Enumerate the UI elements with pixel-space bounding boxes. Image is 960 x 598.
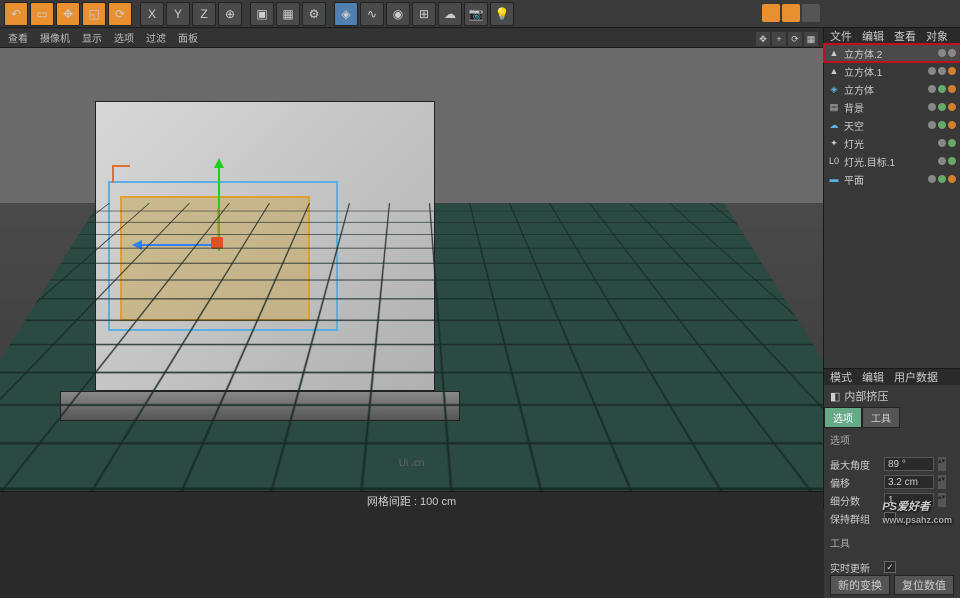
viewport-nav-pan-icon[interactable]: ✥ xyxy=(756,32,770,46)
menu-display[interactable]: 显示 xyxy=(82,30,102,45)
plane-icon: ▬ xyxy=(828,173,840,185)
pedestal-object xyxy=(60,391,460,421)
object-row-light[interactable]: ✦ 灯光 xyxy=(824,134,960,152)
object-row-sky[interactable]: ☁ 天空 xyxy=(824,116,960,134)
max-angle-label: 最大角度 xyxy=(830,457,880,472)
attr-menu-edit[interactable]: 编辑 xyxy=(862,369,884,385)
render-settings-button[interactable]: ⚙ xyxy=(302,2,326,26)
object-panel-header: 文件 编辑 查看 对象 xyxy=(824,28,960,44)
offset-spinner[interactable]: ▴▾ xyxy=(938,475,946,489)
viewport-nav-rotate-icon[interactable]: ⟳ xyxy=(788,32,802,46)
layout-icons xyxy=(762,4,820,22)
object-manager[interactable]: ▲ 立方体.2 ▲ 立方体.1 ◈ 立方体 ▤ 背景 ☁ 天空 xyxy=(824,44,960,188)
gizmo-center[interactable] xyxy=(211,237,223,249)
menu-camera[interactable]: 摄像机 xyxy=(40,30,70,45)
obj-menu-file[interactable]: 文件 xyxy=(830,28,852,44)
coord-system-button[interactable]: ⊕ xyxy=(218,2,242,26)
object-row-cube1[interactable]: ▲ 立方体.1 xyxy=(824,62,960,80)
render-button[interactable]: ▣ xyxy=(250,2,274,26)
realtime-label: 实时更新 xyxy=(830,560,880,575)
viewport-logo: Ui .cn xyxy=(399,458,425,469)
attr-menu-mode[interactable]: 模式 xyxy=(830,369,852,385)
viewport-nav-layout-icon[interactable]: ▦ xyxy=(804,32,818,46)
object-row-cube2[interactable]: ▲ 立方体.2 xyxy=(824,44,960,62)
realtime-checkbox[interactable]: ✓ xyxy=(884,561,896,573)
viewport-3d[interactable]: Ui .cn xyxy=(0,48,823,491)
layout-icon-3[interactable] xyxy=(802,4,820,22)
obj-menu-object[interactable]: 对象 xyxy=(926,28,948,44)
attr-tool-title: ◧ 内部挤压 xyxy=(824,385,960,407)
grid-distance-label: 网格间距 : 100 cm xyxy=(367,493,456,509)
axis-y-toggle[interactable]: Y xyxy=(166,2,190,26)
max-angle-input[interactable]: 89 ° xyxy=(884,457,934,471)
layout-icon-2[interactable] xyxy=(782,4,800,22)
axis-z-toggle[interactable]: Z xyxy=(192,2,216,26)
offset-input[interactable]: 3.2 cm xyxy=(884,475,934,489)
polygon-icon: ▲ xyxy=(828,65,840,77)
selected-face xyxy=(120,196,310,321)
gizmo-x-axis[interactable] xyxy=(135,244,215,246)
viewport-menu-bar: 查看 摄像机 显示 选项 过滤 面板 xyxy=(0,28,823,48)
object-row-cube[interactable]: ◈ 立方体 xyxy=(824,80,960,98)
status-bar: 网格间距 : 100 cm xyxy=(0,491,823,509)
add-generator-button[interactable]: ◉ xyxy=(386,2,410,26)
menu-options[interactable]: 选项 xyxy=(114,30,134,45)
select-tool[interactable]: ▭ xyxy=(30,2,54,26)
watermark: PS爱好者 www.psahz.com xyxy=(882,497,952,525)
add-spline-button[interactable]: ∿ xyxy=(360,2,384,26)
add-camera-button[interactable]: 📷 xyxy=(464,2,488,26)
section-tools-label: 工具 xyxy=(824,531,960,554)
gizmo-z-axis[interactable] xyxy=(217,208,219,238)
main-toolbar: ↶ ▭ ✥ ◱ ⟳ X Y Z ⊕ ▣ ▦ ⚙ ◈ ∿ ◉ ⊞ ☁ 📷 💡 xyxy=(0,0,960,28)
selection-corner-icon xyxy=(112,165,130,183)
object-row-background[interactable]: ▤ 背景 xyxy=(824,98,960,116)
light-icon: ✦ xyxy=(828,137,840,149)
polygon-icon: ▲ xyxy=(828,47,840,59)
max-angle-spinner[interactable]: ▴▾ xyxy=(938,457,946,471)
menu-panel[interactable]: 面板 xyxy=(178,30,198,45)
undo-button[interactable]: ↶ xyxy=(4,2,28,26)
rotate-tool[interactable]: ⟳ xyxy=(108,2,132,26)
move-tool[interactable]: ✥ xyxy=(56,2,80,26)
scale-tool[interactable]: ◱ xyxy=(82,2,106,26)
add-environment-button[interactable]: ☁ xyxy=(438,2,462,26)
attribute-manager: 模式 编辑 用户数据 ◧ 内部挤压 选项 工具 选项 最大角度 89 ° ▴▾ xyxy=(824,368,960,598)
obj-menu-view[interactable]: 查看 xyxy=(894,28,916,44)
render-region-button[interactable]: ▦ xyxy=(276,2,300,26)
object-row-light-target[interactable]: L0 灯光.目标.1 xyxy=(824,152,960,170)
background-icon: ▤ xyxy=(828,101,840,113)
obj-menu-edit[interactable]: 编辑 xyxy=(862,28,884,44)
sky-icon: ☁ xyxy=(828,119,840,131)
add-light-button[interactable]: 💡 xyxy=(490,2,514,26)
keep-group-label: 保持群组 xyxy=(830,511,880,526)
offset-label: 偏移 xyxy=(830,475,880,490)
object-row-plane[interactable]: ▬ 平面 xyxy=(824,170,960,188)
cube-icon: ◈ xyxy=(828,83,840,95)
add-deformer-button[interactable]: ⊞ xyxy=(412,2,436,26)
reset-values-button[interactable]: 复位数值 xyxy=(894,575,954,595)
attr-tab-options[interactable]: 选项 xyxy=(824,407,862,428)
axis-x-toggle[interactable]: X xyxy=(140,2,164,26)
attr-tab-tools[interactable]: 工具 xyxy=(862,407,900,428)
section-options-label: 选项 xyxy=(824,428,960,451)
menu-filter[interactable]: 过滤 xyxy=(146,30,166,45)
add-cube-button[interactable]: ◈ xyxy=(334,2,358,26)
transform-gizmo[interactable] xyxy=(215,241,225,251)
menu-view[interactable]: 查看 xyxy=(8,30,28,45)
inner-extrude-icon: ◧ xyxy=(830,390,840,403)
attr-menu-userdata[interactable]: 用户数据 xyxy=(894,369,938,385)
subdiv-label: 细分数 xyxy=(830,493,880,508)
viewport-nav-zoom-icon[interactable]: + xyxy=(772,32,786,46)
null-icon: L0 xyxy=(828,155,840,167)
layout-icon-1[interactable] xyxy=(762,4,780,22)
new-transform-button[interactable]: 新的变换 xyxy=(830,575,890,595)
